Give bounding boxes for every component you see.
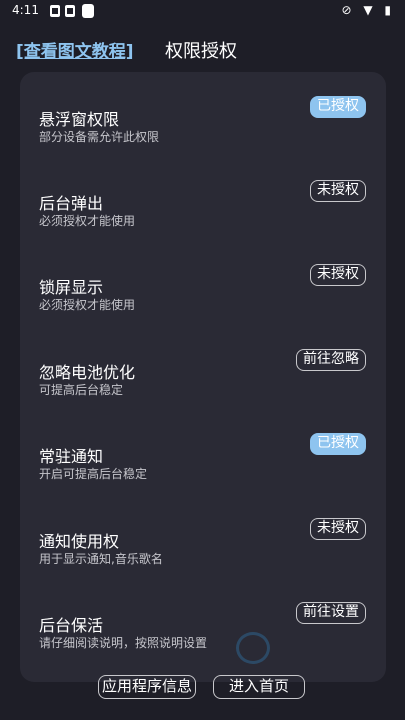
- watermark-logo-icon: [236, 632, 270, 664]
- status-bar: 4:11 ⊘ ▼ ▮: [0, 0, 405, 24]
- permission-row-background-popup: 后台弹出 必须授权才能使用 未授权: [20, 180, 386, 274]
- permission-status-button[interactable]: 未授权: [310, 180, 366, 202]
- notification-icon: [82, 4, 94, 18]
- permission-row-battery: 忽略电池优化 可提高后台稳定 前往忽略: [20, 349, 386, 443]
- status-icons: ⊘ ▼ ▮: [341, 3, 395, 17]
- permission-desc: 可提高后台稳定: [39, 383, 124, 397]
- permission-row-lockscreen: 锁屏显示 必须授权才能使用 未授权: [20, 264, 386, 358]
- permission-row-keepalive: 后台保活 请仔细阅读说明，按照说明设置 前往设置: [20, 602, 386, 696]
- permission-status-button[interactable]: 已授权: [310, 96, 366, 118]
- notification-icon: [50, 5, 60, 17]
- permission-row-notification-access: 通知使用权 用于显示通知,音乐歌名 未授权: [20, 518, 386, 612]
- permission-desc: 必须授权才能使用: [39, 214, 136, 228]
- permission-title: 常驻通知: [39, 447, 104, 466]
- permission-action-button[interactable]: 前往设置: [296, 602, 366, 624]
- permission-desc: 必须授权才能使用: [39, 298, 136, 312]
- permission-title: 通知使用权: [39, 532, 120, 551]
- permission-desc: 请仔细阅读说明，按照说明设置: [39, 636, 208, 650]
- page-title: 权限授权: [165, 41, 237, 62]
- tutorial-link[interactable]: [查看图文教程]: [16, 37, 134, 62]
- permission-action-button[interactable]: 前往忽略: [296, 349, 366, 371]
- permission-title: 后台保活: [39, 616, 104, 635]
- permission-row-notification: 常驻通知 开启可提高后台稳定 已授权: [20, 433, 386, 527]
- permission-title: 锁屏显示: [39, 278, 104, 297]
- enter-home-button[interactable]: 进入首页: [213, 675, 305, 699]
- permission-title: 忽略电池优化: [39, 363, 136, 382]
- permission-desc: 用于显示通知,音乐歌名: [39, 552, 163, 566]
- permissions-card: 悬浮窗权限 部分设备需允许此权限 已授权 后台弹出 必须授权才能使用 未授权 锁…: [20, 72, 386, 682]
- app-info-button[interactable]: 应用程序信息: [98, 675, 196, 699]
- permission-status-button[interactable]: 已授权: [310, 433, 366, 455]
- permission-title: 后台弹出: [39, 194, 104, 213]
- permission-desc: 部分设备需允许此权限: [39, 130, 160, 144]
- permission-title: 悬浮窗权限: [39, 110, 120, 129]
- status-time: 4:11: [12, 3, 39, 17]
- permission-row-overlay: 悬浮窗权限 部分设备需允许此权限 已授权: [20, 96, 386, 190]
- permission-status-button[interactable]: 未授权: [310, 518, 366, 540]
- permission-desc: 开启可提高后台稳定: [39, 467, 148, 481]
- permission-status-button[interactable]: 未授权: [310, 264, 366, 286]
- notification-icon: [65, 5, 75, 17]
